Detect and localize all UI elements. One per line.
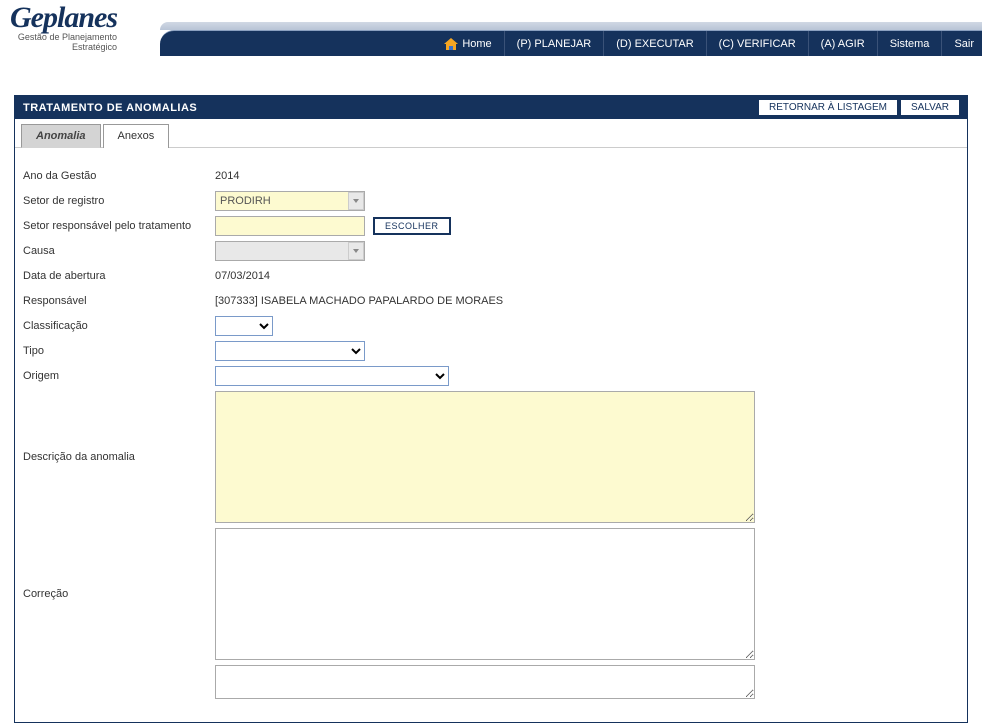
select-causa-wrapper (215, 241, 365, 261)
row-data-abertura: Data de abertura 07/03/2014 (23, 266, 959, 286)
navbar-curve (160, 22, 982, 30)
nav-planejar[interactable]: (P) PLANEJAR (505, 31, 605, 56)
row-origem: Origem (23, 366, 959, 386)
label-descricao: Descrição da anomalia (23, 451, 215, 463)
retornar-button[interactable]: RETORNAR À LISTAGEM (759, 100, 897, 115)
form-area: Ano da Gestão 2014 Setor de registro Set… (15, 148, 967, 722)
header-buttons: RETORNAR À LISTAGEM SALVAR (759, 100, 959, 115)
nav-home[interactable]: Home (432, 31, 504, 56)
row-setor-registro: Setor de registro (23, 191, 959, 211)
page-title: TRATAMENTO DE ANOMALIAS (23, 102, 197, 114)
nav-agir[interactable]: (A) AGIR (809, 31, 878, 56)
row-classificacao: Classificação (23, 316, 959, 336)
nav-executar[interactable]: (D) EXECUTAR (604, 31, 706, 56)
home-icon (444, 38, 458, 50)
textarea-extra[interactable] (215, 665, 755, 699)
row-tipo: Tipo (23, 341, 959, 361)
content-header: TRATAMENTO DE ANOMALIAS RETORNAR À LISTA… (15, 96, 967, 119)
select-causa[interactable] (215, 241, 365, 261)
row-ano: Ano da Gestão 2014 (23, 166, 959, 186)
logo-subtitle: Gestão de Planejamento Estratégico (10, 33, 117, 53)
label-responsavel: Responsável (23, 295, 215, 307)
select-setor-registro-wrapper (215, 191, 365, 211)
label-data-abertura: Data de abertura (23, 270, 215, 282)
nav-sair[interactable]: Sair (942, 31, 982, 56)
select-setor-registro[interactable] (215, 191, 365, 211)
row-responsavel: Responsável [307333] ISABELA MACHADO PAP… (23, 291, 959, 311)
content-panel: TRATAMENTO DE ANOMALIAS RETORNAR À LISTA… (14, 95, 968, 723)
input-setor-responsavel[interactable] (215, 216, 365, 236)
label-correcao: Correção (23, 588, 215, 600)
label-ano: Ano da Gestão (23, 170, 215, 182)
select-classificacao[interactable] (215, 316, 273, 336)
label-setor-registro: Setor de registro (23, 195, 215, 207)
escolher-button[interactable]: ESCOLHER (373, 217, 451, 235)
tab-anexos[interactable]: Anexos (103, 124, 170, 148)
label-origem: Origem (23, 370, 215, 382)
row-extra (23, 665, 959, 699)
logo-title: Geplanes (10, 4, 117, 31)
value-data-abertura: 07/03/2014 (215, 270, 270, 282)
textarea-correcao[interactable] (215, 528, 755, 660)
nav-sistema[interactable]: Sistema (878, 31, 943, 56)
label-tipo: Tipo (23, 345, 215, 357)
label-classificacao: Classificação (23, 320, 215, 332)
tab-anomalia[interactable]: Anomalia (21, 124, 101, 148)
row-causa: Causa (23, 241, 959, 261)
nav-home-label: Home (462, 38, 491, 50)
label-setor-responsavel: Setor responsável pelo tratamento (23, 220, 215, 232)
app-header: Geplanes Gestão de Planejamento Estratég… (0, 0, 982, 60)
select-tipo[interactable] (215, 341, 365, 361)
textarea-descricao[interactable] (215, 391, 755, 523)
logo-area: Geplanes Gestão de Planejamento Estratég… (0, 0, 127, 57)
row-descricao: Descrição da anomalia (23, 391, 959, 523)
value-responsavel: [307333] ISABELA MACHADO PAPALARDO DE MO… (215, 295, 503, 307)
label-causa: Causa (23, 245, 215, 257)
tabs: Anomalia Anexos (15, 119, 967, 148)
row-setor-responsavel: Setor responsável pelo tratamento ESCOLH… (23, 216, 959, 236)
navbar: Home (P) PLANEJAR (D) EXECUTAR (C) VERIF… (160, 30, 982, 56)
row-correcao: Correção (23, 528, 959, 660)
select-origem[interactable] (215, 366, 449, 386)
salvar-button[interactable]: SALVAR (901, 100, 959, 115)
value-ano: 2014 (215, 170, 239, 182)
nav-verificar[interactable]: (C) VERIFICAR (707, 31, 809, 56)
